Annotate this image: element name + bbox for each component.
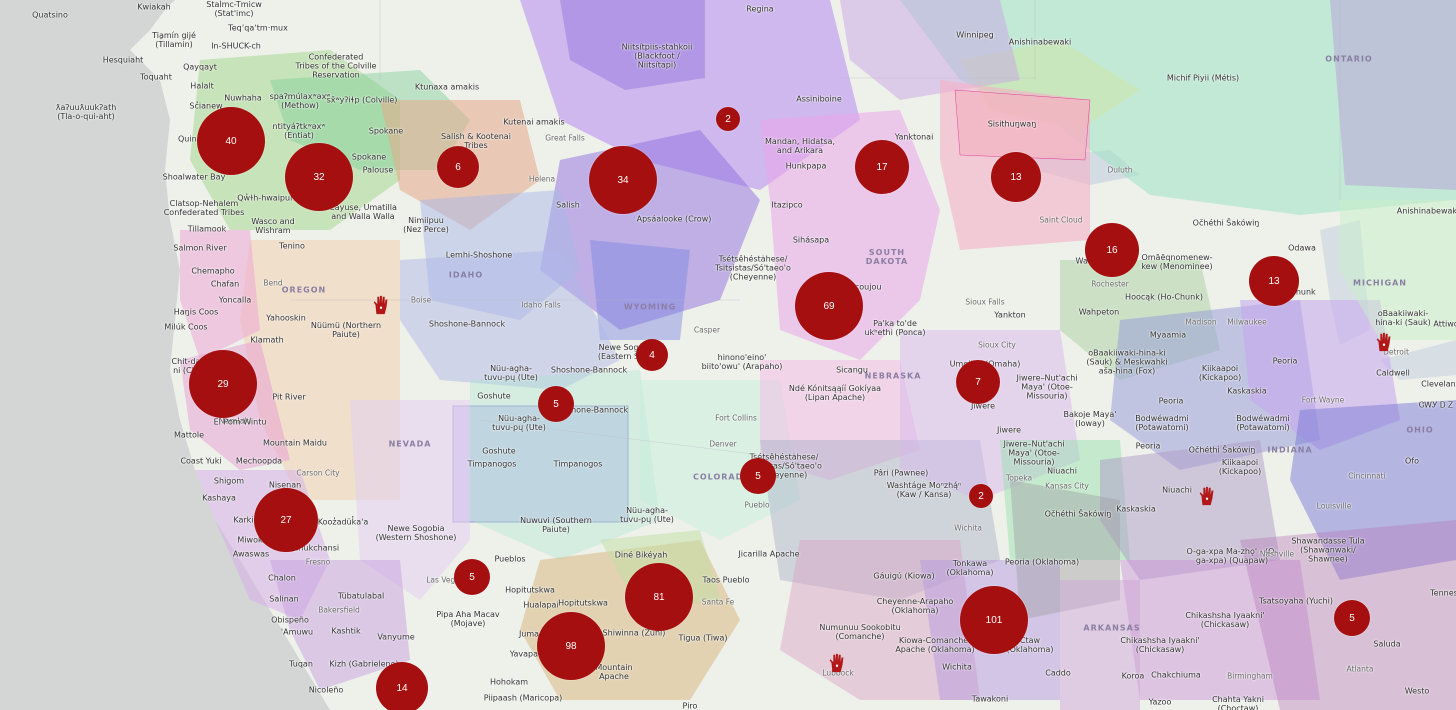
cluster-marker[interactable]: 14 (376, 662, 428, 710)
hand-marker-indiana-icon[interactable] (1196, 485, 1218, 507)
cluster-marker[interactable]: 6 (437, 146, 479, 188)
cluster-marker[interactable]: 32 (285, 143, 353, 211)
cluster-marker[interactable]: 40 (197, 107, 265, 175)
cluster-marker[interactable]: 81 (625, 563, 693, 631)
cluster-marker[interactable]: 5 (538, 386, 574, 422)
cluster-marker[interactable]: 7 (956, 360, 1000, 404)
hand-marker-detroit-icon[interactable] (1373, 331, 1395, 353)
cluster-marker[interactable]: 29 (189, 350, 257, 418)
map-canvas[interactable]: Quatsino Kwiakah Stal̓mc-Tmicw (Stat'imc) T… (0, 0, 1456, 710)
cluster-marker[interactable]: 5 (740, 458, 776, 494)
cluster-marker[interactable]: 13 (1249, 256, 1299, 306)
cluster-marker[interactable]: 101 (960, 586, 1028, 654)
cluster-marker[interactable]: 17 (855, 140, 909, 194)
cluster-marker[interactable]: 27 (254, 488, 318, 552)
cluster-marker[interactable]: 98 (537, 612, 605, 680)
cluster-marker[interactable]: 5 (1334, 600, 1370, 636)
cluster-marker[interactable]: 2 (969, 484, 993, 508)
cluster-marker[interactable]: 5 (454, 559, 490, 595)
cluster-marker[interactable]: 34 (589, 146, 657, 214)
cluster-marker[interactable]: 2 (716, 107, 740, 131)
cluster-marker[interactable]: 16 (1085, 223, 1139, 277)
hand-marker-oregon-icon[interactable] (370, 294, 392, 316)
hand-marker-lubbock-icon[interactable] (826, 652, 848, 674)
cluster-marker[interactable]: 4 (636, 339, 668, 371)
cluster-marker[interactable]: 69 (795, 272, 863, 340)
cluster-marker[interactable]: 13 (991, 152, 1041, 202)
